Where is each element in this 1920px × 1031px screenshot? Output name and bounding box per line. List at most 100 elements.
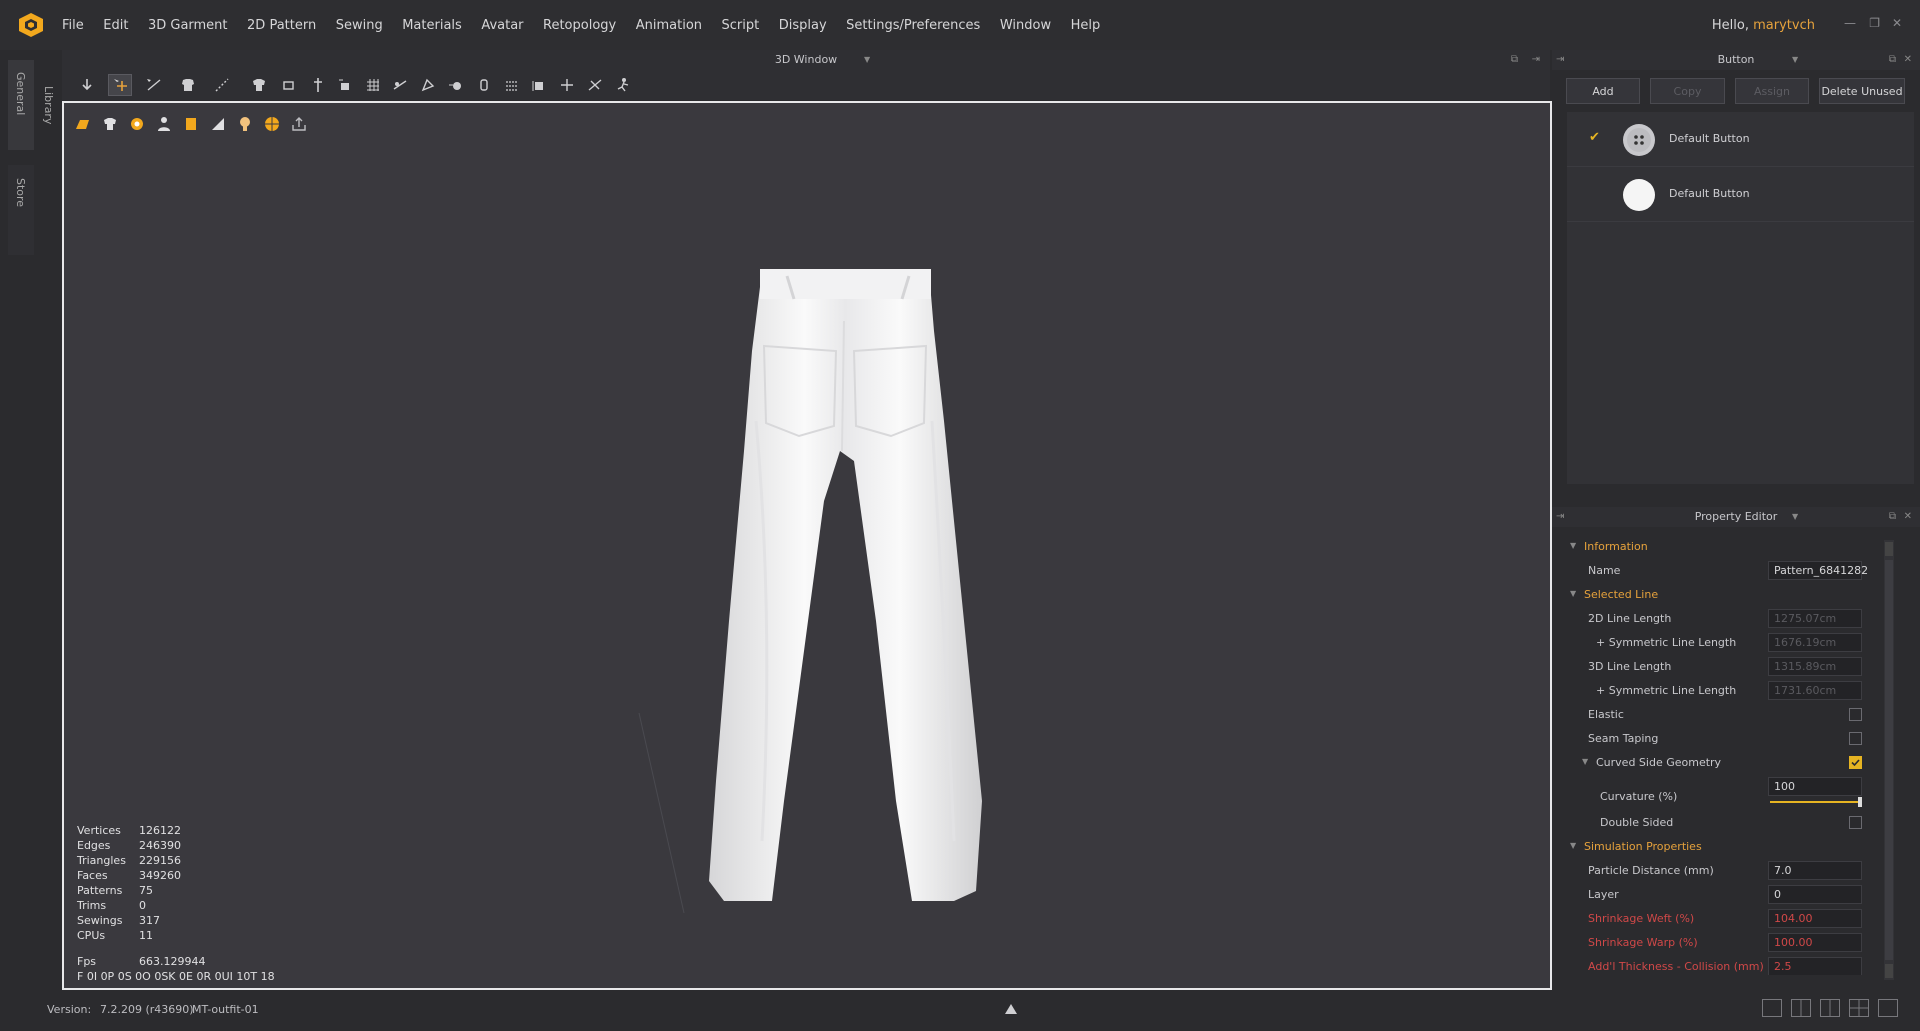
fold-icon[interactable] <box>417 75 439 95</box>
section-information[interactable]: ▼ Information <box>1560 535 1900 559</box>
menu-avatar[interactable]: Avatar <box>481 18 523 33</box>
chevron-down-icon[interactable]: ▼ <box>1792 50 1798 70</box>
tab-general-label[interactable]: General <box>14 72 27 115</box>
menu-3d-garment[interactable]: 3D Garment <box>148 18 228 33</box>
particles-icon[interactable] <box>126 113 148 135</box>
elastic-checkbox[interactable] <box>1849 708 1862 721</box>
layer-field[interactable]: 0 <box>1768 885 1862 904</box>
collapse-icon[interactable]: ▼ <box>1570 541 1576 550</box>
scroll-up-icon[interactable] <box>1885 542 1893 556</box>
collapse-icon[interactable]: ▼ <box>1582 757 1588 766</box>
add-button[interactable]: Add <box>1566 78 1640 104</box>
avatar-display-icon[interactable] <box>153 113 175 135</box>
button-tool-icon[interactable] <box>445 75 467 95</box>
environment-icon[interactable] <box>261 113 283 135</box>
curvature-field[interactable]: 100 <box>1768 777 1862 796</box>
menu-window[interactable]: Window <box>1000 18 1051 33</box>
curvature-slider-handle[interactable] <box>1858 797 1862 807</box>
zipper-icon[interactable] <box>528 75 550 95</box>
garment-display-icon[interactable] <box>99 113 121 135</box>
thickness-field[interactable]: 2.5 <box>1768 957 1862 975</box>
trim-icon[interactable] <box>180 113 202 135</box>
menu-display[interactable]: Display <box>779 18 827 33</box>
shadow-icon[interactable] <box>207 113 229 135</box>
pin-icon[interactable]: ⇥ <box>1556 507 1564 527</box>
menu-2d-pattern[interactable]: 2D Pattern <box>247 18 316 33</box>
warp-field[interactable]: 100.00 <box>1768 933 1862 952</box>
measure-icon[interactable] <box>389 75 411 95</box>
curved-side-checkbox[interactable] <box>1849 756 1862 769</box>
grid-icon[interactable] <box>362 75 384 95</box>
scroll-thumb[interactable] <box>1885 560 1893 960</box>
buttonhole-icon[interactable] <box>473 75 495 95</box>
double-sided-checkbox[interactable] <box>1849 816 1862 829</box>
tab-library-label[interactable]: Library <box>42 86 55 124</box>
delete-unused-button[interactable]: Delete Unused <box>1819 78 1905 104</box>
pattern-icon[interactable] <box>278 75 300 95</box>
name-field[interactable]: Pattern_6841282 <box>1768 561 1868 580</box>
tab-store-label[interactable]: Store <box>14 178 27 207</box>
3d-window-header: 3D Window ▼ ⧉ ⇥ <box>62 50 1550 70</box>
menu-sewing[interactable]: Sewing <box>336 18 383 33</box>
collapse-icon[interactable]: ▼ <box>1570 841 1576 850</box>
layout-single-icon[interactable] <box>1762 999 1782 1017</box>
particle-field[interactable]: 7.0 <box>1768 861 1862 880</box>
section-selected-line[interactable]: ▼ Selected Line <box>1560 583 1900 607</box>
tape-icon[interactable] <box>584 75 606 95</box>
curvature-slider-track[interactable] <box>1770 797 1862 807</box>
assign-button[interactable]: Assign <box>1735 78 1809 104</box>
list-item[interactable]: Default Button <box>1567 167 1914 222</box>
menu-settings[interactable]: Settings/Preferences <box>846 18 980 33</box>
topstitch-icon[interactable] <box>501 75 523 95</box>
close-icon[interactable]: ✕ <box>1892 16 1902 30</box>
shirt-icon[interactable] <box>248 75 270 95</box>
garment-select-icon[interactable] <box>177 75 199 95</box>
menu-animation[interactable]: Animation <box>636 18 702 33</box>
close-icon[interactable]: ✕ <box>1904 50 1912 70</box>
close-icon[interactable]: ✕ <box>1904 507 1912 527</box>
undock-icon[interactable]: ⧉ <box>1889 507 1896 527</box>
copy-button[interactable]: Copy <box>1650 78 1725 104</box>
move-down-icon[interactable] <box>76 75 98 95</box>
username-link[interactable]: marytvch <box>1753 18 1815 33</box>
menu-retopology[interactable]: Retopology <box>543 18 616 33</box>
export-icon[interactable] <box>288 113 310 135</box>
layout-quad-icon[interactable] <box>1849 999 1869 1017</box>
section-simulation[interactable]: ▼ Simulation Properties <box>1560 835 1900 859</box>
chevron-down-icon[interactable]: ▼ <box>864 50 870 70</box>
collapse-icon[interactable]: ▼ <box>1570 589 1576 598</box>
pin-icon[interactable]: ⇥ <box>1556 50 1564 70</box>
list-item[interactable]: ✔ Default Button <box>1567 112 1914 167</box>
layout-custom-icon[interactable] <box>1878 999 1898 1017</box>
layout-split-icon[interactable] <box>1791 999 1811 1017</box>
3d-viewport[interactable]: Vertices 126122 Edges 246390 Triangles 2291… <box>62 101 1552 990</box>
menu-materials[interactable]: Materials <box>402 18 462 33</box>
layout-three-icon[interactable] <box>1820 999 1840 1017</box>
select-move-icon[interactable] <box>108 74 132 96</box>
weft-field[interactable]: 104.00 <box>1768 909 1862 928</box>
menu-script[interactable]: Script <box>722 18 760 33</box>
menu-file[interactable]: File <box>62 18 84 33</box>
skin-icon[interactable] <box>234 113 256 135</box>
minimize-icon[interactable]: — <box>1844 16 1856 30</box>
undock-icon[interactable]: ⧉ <box>1511 50 1518 70</box>
chevron-down-icon[interactable]: ▼ <box>1792 507 1798 527</box>
menu-help[interactable]: Help <box>1071 18 1101 33</box>
avatar-pose-icon[interactable] <box>612 75 634 95</box>
texture-mode-icon[interactable] <box>72 113 94 135</box>
garment-pants-model[interactable] <box>644 201 1024 981</box>
expand-up-icon[interactable] <box>1004 1003 1018 1015</box>
property-scrollbar[interactable] <box>1884 540 1894 980</box>
pin-tool-icon[interactable] <box>307 75 329 95</box>
edit-curve-icon[interactable] <box>211 75 233 95</box>
restore-icon[interactable]: ❐ <box>1869 16 1880 30</box>
app-logo-icon[interactable] <box>18 12 44 38</box>
seam-taping-checkbox[interactable] <box>1849 732 1862 745</box>
pin-icon[interactable]: ⇥ <box>1532 50 1540 70</box>
tack-icon[interactable] <box>334 75 356 95</box>
edit-line-icon[interactable] <box>143 75 165 95</box>
scroll-down-icon[interactable] <box>1885 964 1893 978</box>
seam-icon[interactable] <box>556 75 578 95</box>
menu-edit[interactable]: Edit <box>103 18 128 33</box>
undock-icon[interactable]: ⧉ <box>1889 50 1896 70</box>
